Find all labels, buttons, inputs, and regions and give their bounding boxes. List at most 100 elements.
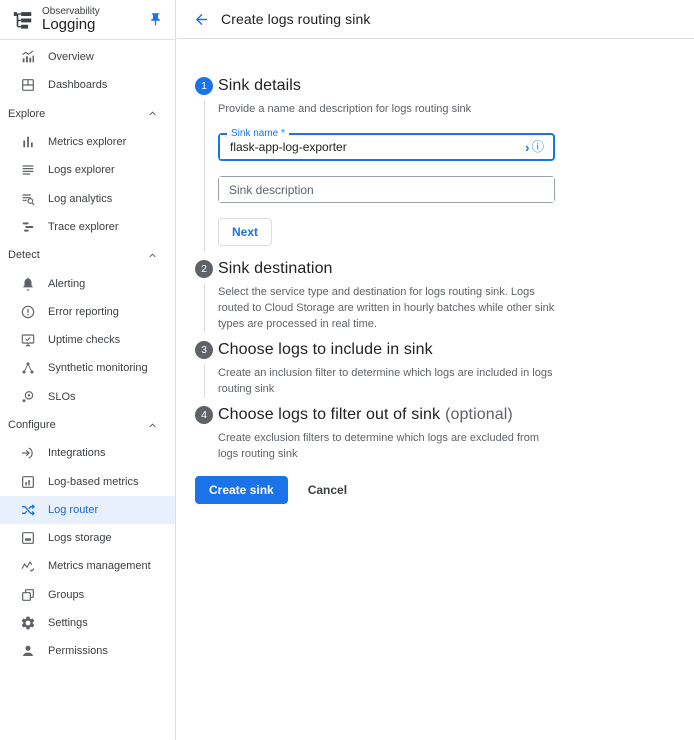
sidebar-item-groups[interactable]: Groups (0, 581, 175, 609)
trace-explorer-icon (20, 219, 36, 235)
sidebar-item-label: Log analytics (48, 193, 112, 205)
sink-name-field: Sink name * › ⓘ (218, 133, 555, 161)
sidebar-item-label: Logs explorer (48, 164, 115, 176)
sidebar-item-overview[interactable]: Overview (0, 43, 175, 71)
back-arrow-icon[interactable] (193, 11, 210, 28)
step-2-badge: 2 (195, 260, 213, 278)
sink-name-label: Sink name * (227, 128, 289, 139)
step-4-description: Create exclusion filters to determine wh… (218, 430, 558, 462)
sink-description-input[interactable] (219, 177, 554, 202)
overview-icon (20, 49, 36, 65)
sidebar-item-logs-storage[interactable]: Logs storage (0, 524, 175, 552)
sidebar-item-label: SLOs (48, 391, 76, 403)
sidebar-item-label: Synthetic monitoring (48, 362, 148, 374)
sidebar-item-metrics-management[interactable]: Metrics management (0, 552, 175, 580)
sidebar-item-trace-explorer[interactable]: Trace explorer (0, 213, 175, 241)
sidebar-item-label: Permissions (48, 645, 108, 657)
stepper: 1 Sink details Provide a name and descri… (177, 39, 694, 504)
section-label: Configure (8, 419, 56, 431)
step-sink-destination: 2 Sink destination Select the service ty… (195, 260, 670, 341)
step-connector (204, 364, 205, 398)
sidebar-item-log-based-metrics[interactable]: Log-based metrics (0, 467, 175, 495)
product-title: Logging (42, 17, 100, 34)
integrations-icon (20, 445, 36, 461)
log-router-icon (20, 502, 36, 518)
sidebar-item-label: Log router (48, 504, 98, 516)
step-3-title: Choose logs to include in sink (218, 341, 670, 359)
sidebar-item-settings[interactable]: Settings (0, 609, 175, 637)
page-title: Create logs routing sink (221, 11, 370, 27)
product-header: Observability Logging (0, 0, 175, 40)
sidebar-item-synthetic-monitoring[interactable]: Synthetic monitoring (0, 354, 175, 382)
log-analytics-icon (20, 191, 36, 207)
sidebar-section-explore[interactable]: Explore (0, 100, 175, 128)
step-1-title: Sink details (218, 77, 670, 95)
step-4-title: Choose logs to filter out of sink (option… (218, 406, 670, 424)
logging-logo-icon (10, 9, 36, 31)
sidebar-item-label: Settings (48, 617, 88, 629)
sidebar-item-label: Overview (48, 51, 94, 63)
gear-icon (20, 615, 36, 631)
step-2-description: Select the service type and destination … (218, 284, 563, 332)
sidebar-item-log-analytics[interactable]: Log analytics (0, 184, 175, 212)
step-sink-details: 1 Sink details Provide a name and descri… (195, 77, 670, 260)
log-based-metrics-icon (20, 474, 36, 490)
sidebar-item-slos[interactable]: SLOs (0, 383, 175, 411)
sidebar-item-label: Logs storage (48, 532, 112, 544)
sidebar-item-label: Error reporting (48, 306, 119, 318)
step-4-badge: 4 (195, 406, 213, 424)
sidebar-item-log-router[interactable]: Log router (0, 496, 175, 524)
step-4-title-text: Choose logs to filter out of sink (218, 406, 440, 423)
sidebar-item-label: Metrics management (48, 560, 151, 572)
sidebar-item-permissions[interactable]: Permissions (0, 637, 175, 665)
sidebar-item-metrics-explorer[interactable]: Metrics explorer (0, 128, 175, 156)
dashboards-icon (20, 77, 36, 93)
main-panel: Create logs routing sink 1 Sink details … (177, 0, 694, 740)
step-connector (204, 100, 205, 252)
section-label: Explore (8, 108, 45, 120)
step-3-description: Create an inclusion filter to determine … (218, 365, 576, 397)
sidebar-item-integrations[interactable]: Integrations (0, 439, 175, 467)
create-sink-button[interactable]: Create sink (195, 476, 288, 504)
cancel-button[interactable]: Cancel (308, 483, 347, 497)
sidebar-item-label: Groups (48, 589, 84, 601)
synthetic-monitoring-icon (20, 360, 36, 376)
sidebar-item-label: Log-based metrics (48, 476, 139, 488)
step-4-title-suffix: (optional) (445, 406, 513, 423)
uptime-checks-icon (20, 332, 36, 348)
sidebar-item-label: Trace explorer (48, 221, 119, 233)
step-connector (204, 283, 205, 333)
sidebar-item-label: Uptime checks (48, 334, 120, 346)
step-1-description: Provide a name and description for logs … (218, 101, 568, 117)
chevron-up-icon (146, 419, 159, 432)
slos-icon (20, 389, 36, 405)
sidebar-item-error-reporting[interactable]: Error reporting (0, 298, 175, 326)
sidebar-item-alerting[interactable]: Alerting (0, 269, 175, 297)
pin-icon[interactable] (148, 12, 163, 27)
form-actions: Create sink Cancel (195, 476, 670, 504)
error-reporting-icon (20, 304, 36, 320)
next-button[interactable]: Next (218, 218, 272, 246)
sidebar-nav: Overview Dashboards Explore Metrics expl… (0, 40, 175, 666)
metrics-explorer-icon (20, 134, 36, 150)
metrics-management-icon (20, 558, 36, 574)
sidebar-section-configure[interactable]: Configure (0, 411, 175, 439)
sidebar-section-detect[interactable]: Detect (0, 241, 175, 269)
section-label: Detect (8, 249, 40, 261)
chevron-up-icon (146, 107, 159, 120)
sidebar-item-logs-explorer[interactable]: Logs explorer (0, 156, 175, 184)
sidebar-item-dashboards[interactable]: Dashboards (0, 71, 175, 99)
step-include-logs: 3 Choose logs to include in sink Create … (195, 341, 670, 406)
chevron-right-icon: › (525, 141, 529, 154)
step-2-title: Sink destination (218, 260, 670, 278)
info-icon[interactable]: ⓘ (531, 141, 544, 154)
sidebar: Observability Logging Overview Dashboard… (0, 0, 176, 740)
sidebar-item-label: Integrations (48, 447, 105, 459)
chevron-up-icon (146, 249, 159, 262)
alerting-icon (20, 276, 36, 292)
sidebar-item-label: Alerting (48, 278, 85, 290)
sidebar-item-uptime-checks[interactable]: Uptime checks (0, 326, 175, 354)
sidebar-item-label: Metrics explorer (48, 136, 126, 148)
person-icon (20, 643, 36, 659)
logs-explorer-icon (20, 162, 36, 178)
